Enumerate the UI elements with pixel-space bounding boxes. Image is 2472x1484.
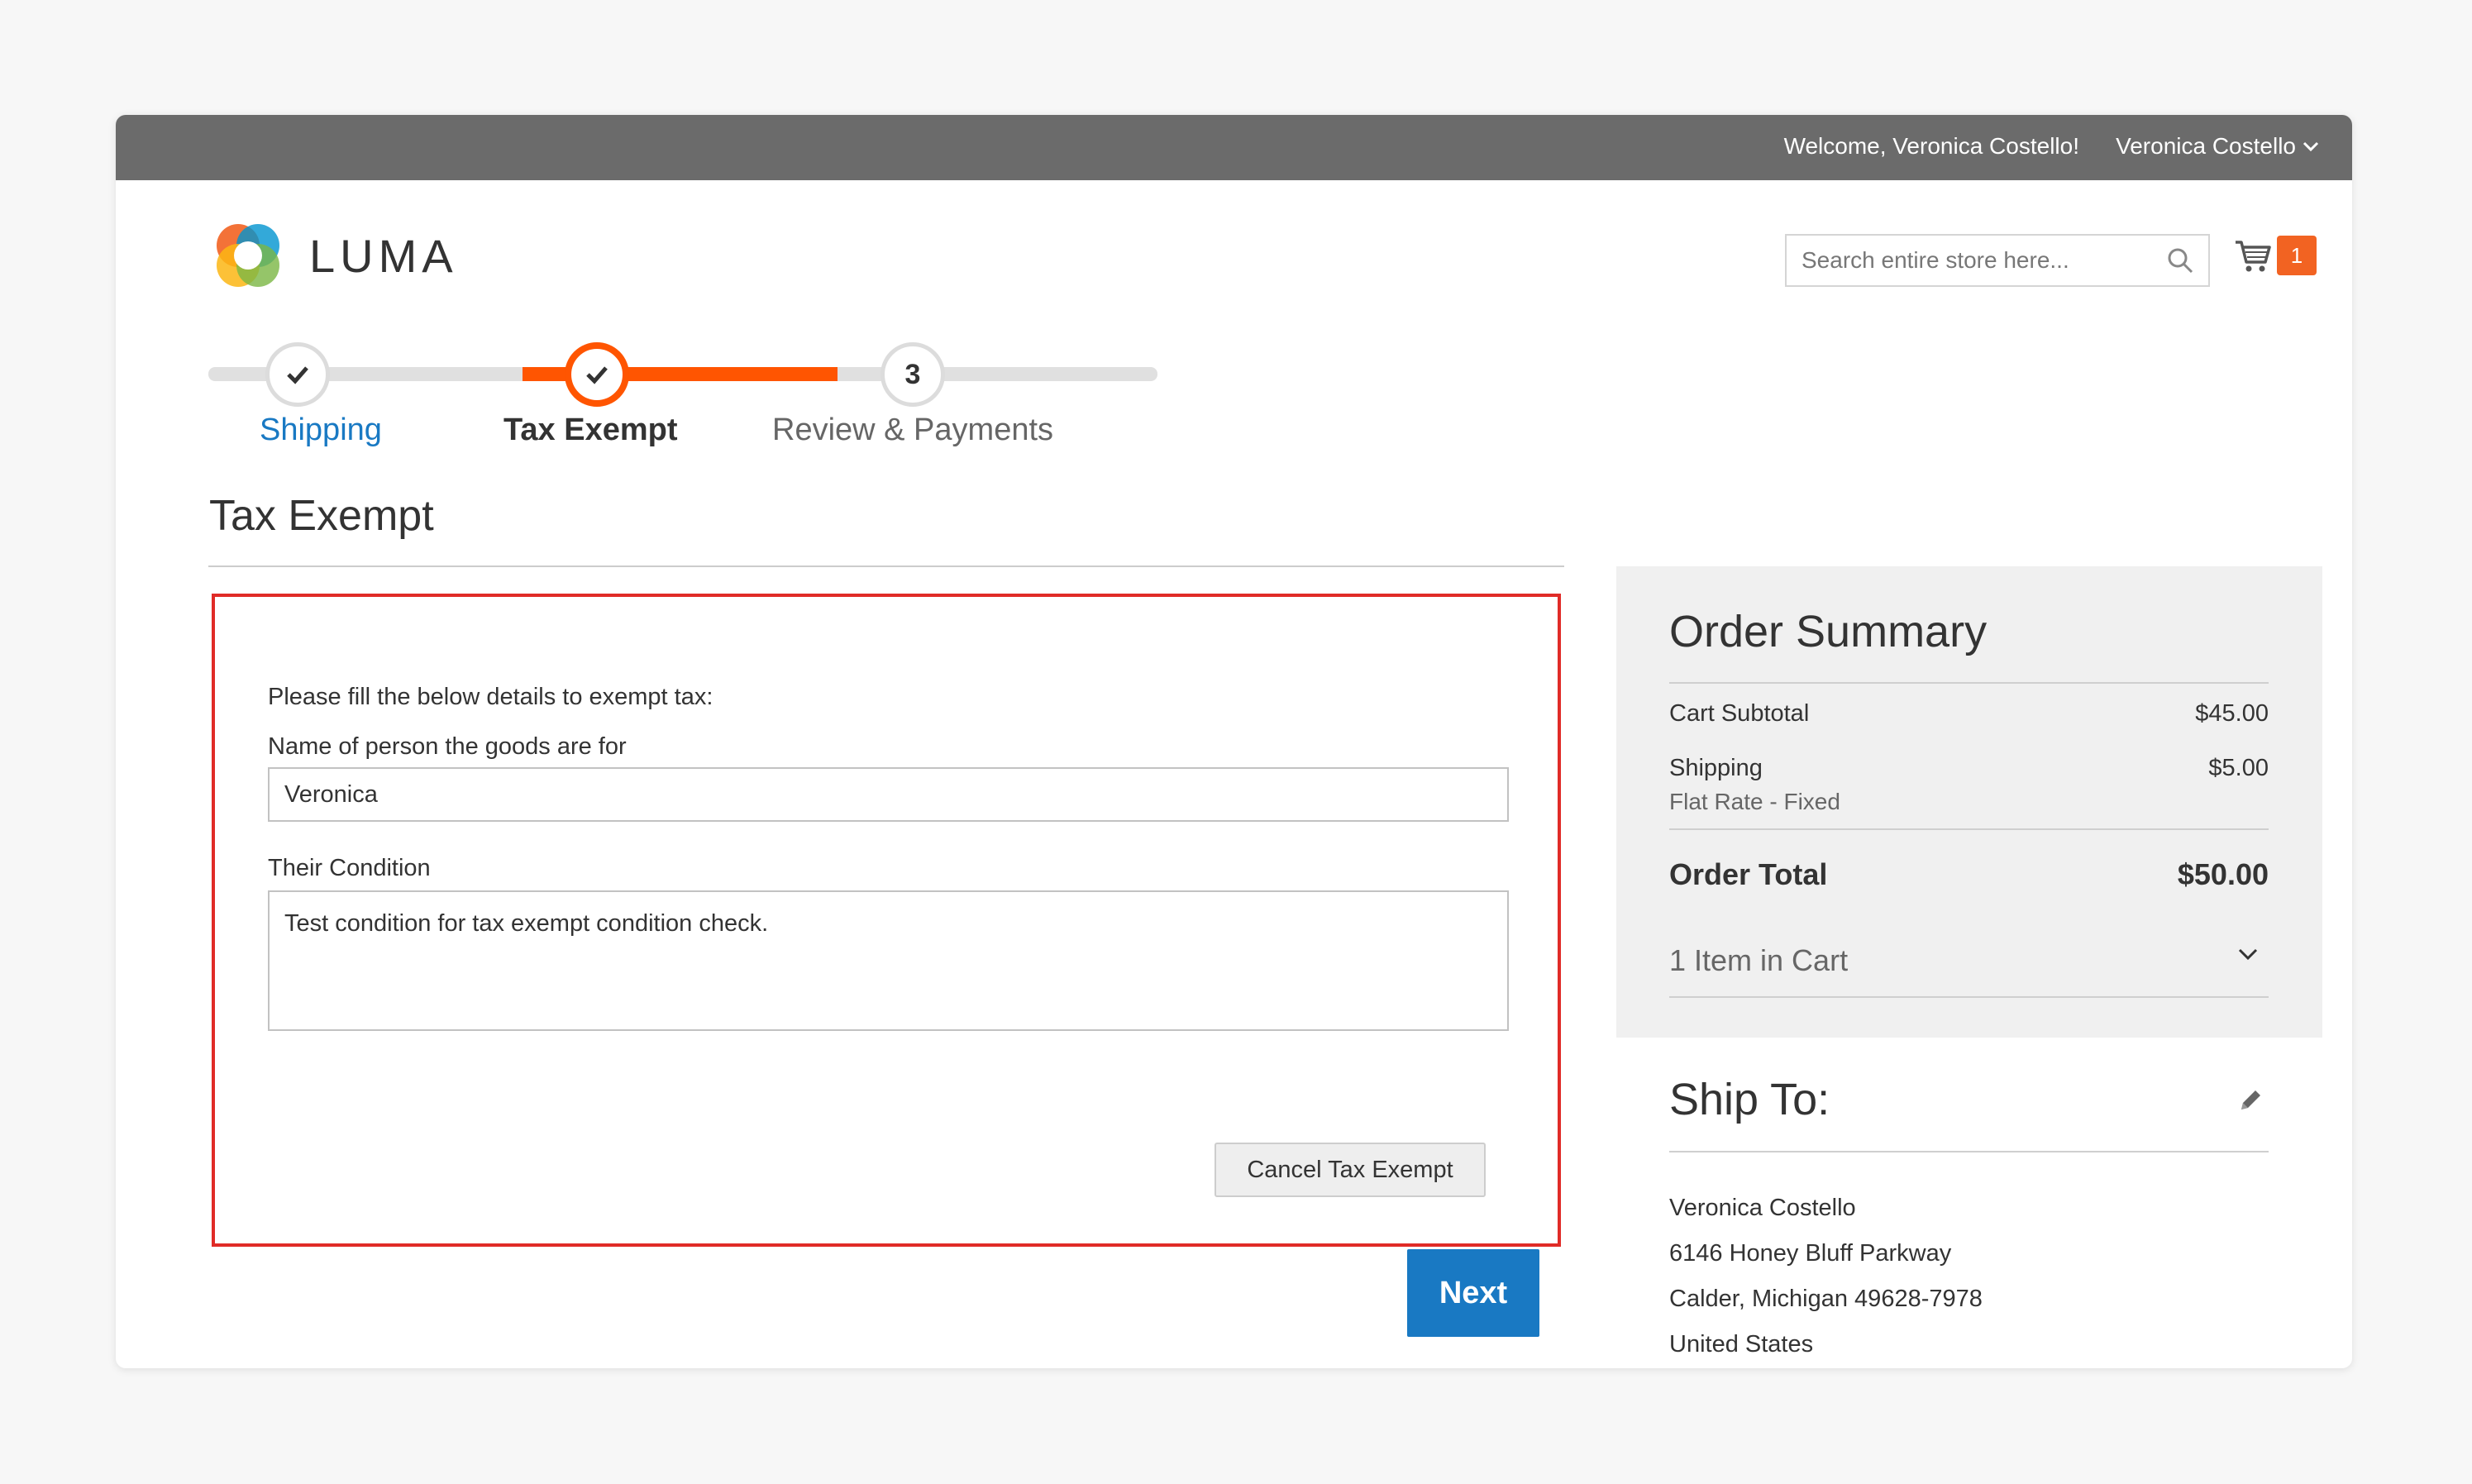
- shipping-label: Shipping: [1669, 755, 1763, 781]
- person-name-input[interactable]: Veronica: [268, 767, 1509, 822]
- shopping-cart-icon: [2236, 241, 2271, 272]
- order-summary-title: Order Summary: [1669, 607, 1988, 656]
- divider: [1669, 1151, 2269, 1152]
- step-shipping-label[interactable]: Shipping: [260, 413, 382, 448]
- divider: [1669, 996, 2269, 998]
- divider: [1669, 828, 2269, 830]
- browser-page: Welcome, Veronica Costello! Veronica Cos…: [116, 115, 2352, 1368]
- search-icon[interactable]: [2164, 244, 2197, 277]
- step-shipping-marker[interactable]: [265, 342, 330, 407]
- shipping-amount: $5.00: [2208, 755, 2269, 781]
- order-summary: Order Summary Cart Subtotal $45.00 Shipp…: [1616, 566, 2322, 1038]
- check-icon: [586, 366, 608, 384]
- order-total-amount: $50.00: [2177, 857, 2269, 891]
- account-menu[interactable]: Veronica Costello: [2116, 133, 2319, 160]
- divider: [208, 565, 1564, 567]
- step-tax-exempt-label: Tax Exempt: [503, 413, 678, 447]
- pencil-icon[interactable]: [2236, 1086, 2264, 1114]
- shipping-method: Flat Rate - Fixed: [1669, 789, 1840, 814]
- next-button[interactable]: Next: [1407, 1249, 1539, 1337]
- ship-to-street: 6146 Honey Bluff Parkway: [1669, 1240, 1952, 1267]
- subtotal-row: Cart Subtotal $45.00: [1669, 700, 2269, 728]
- condition-value: Test condition for tax exempt condition …: [284, 910, 769, 937]
- ship-to-country: United States: [1669, 1331, 1814, 1358]
- welcome-message: Welcome, Veronica Costello!: [1783, 133, 2079, 159]
- condition-field-label: Their Condition: [268, 855, 431, 881]
- order-total-label: Order Total: [1669, 857, 1828, 891]
- condition-textarea[interactable]: Test condition for tax exempt condition …: [268, 890, 1509, 1031]
- form-intro-text: Please fill the below details to exempt …: [268, 684, 713, 710]
- shipping-row: Shipping $5.00: [1669, 755, 2269, 782]
- ship-to-name: Veronica Costello: [1669, 1195, 1856, 1221]
- items-in-cart-toggle[interactable]: 1 Item in Cart: [1669, 943, 2269, 978]
- chevron-down-icon: [2238, 948, 2258, 961]
- divider: [1669, 682, 2269, 684]
- page-title: Tax Exempt: [209, 492, 434, 540]
- tax-exempt-form: Please fill the below details to exempt …: [212, 594, 1561, 1247]
- cancel-tax-exempt-button[interactable]: Cancel Tax Exempt: [1215, 1143, 1486, 1197]
- subtotal-amount: $45.00: [2195, 700, 2269, 727]
- checkout-progress-bar: Shipping Tax Exempt 3 Review & Payments: [208, 330, 1159, 462]
- minicart[interactable]: 1: [2234, 236, 2317, 275]
- step-tax-exempt-marker: [565, 342, 629, 407]
- store-logo[interactable]: LUMA: [210, 217, 458, 293]
- items-in-cart-label: 1 Item in Cart: [1669, 943, 1849, 977]
- subtotal-label: Cart Subtotal: [1669, 700, 1810, 727]
- search-input[interactable]: [1787, 236, 2164, 285]
- step-review-marker: 3: [880, 342, 945, 407]
- ship-to-title: Ship To:: [1669, 1075, 1830, 1124]
- brand-name: LUMA: [309, 229, 458, 282]
- account-name: Veronica Costello: [2116, 133, 2296, 159]
- step-review-label: Review & Payments: [772, 413, 1054, 447]
- step-number: 3: [904, 358, 921, 390]
- luma-logo-icon: [217, 224, 279, 287]
- cart-count-badge: 1: [2277, 236, 2317, 275]
- top-header-bar: Welcome, Veronica Costello! Veronica Cos…: [116, 115, 2352, 180]
- check-icon: [287, 366, 308, 384]
- search-box: [1785, 234, 2210, 287]
- order-total-row: Order Total $50.00: [1669, 857, 2269, 892]
- name-field-label: Name of person the goods are for: [268, 733, 627, 760]
- chevron-down-icon: [2303, 141, 2319, 152]
- person-name-value: Veronica: [284, 780, 378, 808]
- ship-to-city: Calder, Michigan 49628-7978: [1669, 1286, 1983, 1312]
